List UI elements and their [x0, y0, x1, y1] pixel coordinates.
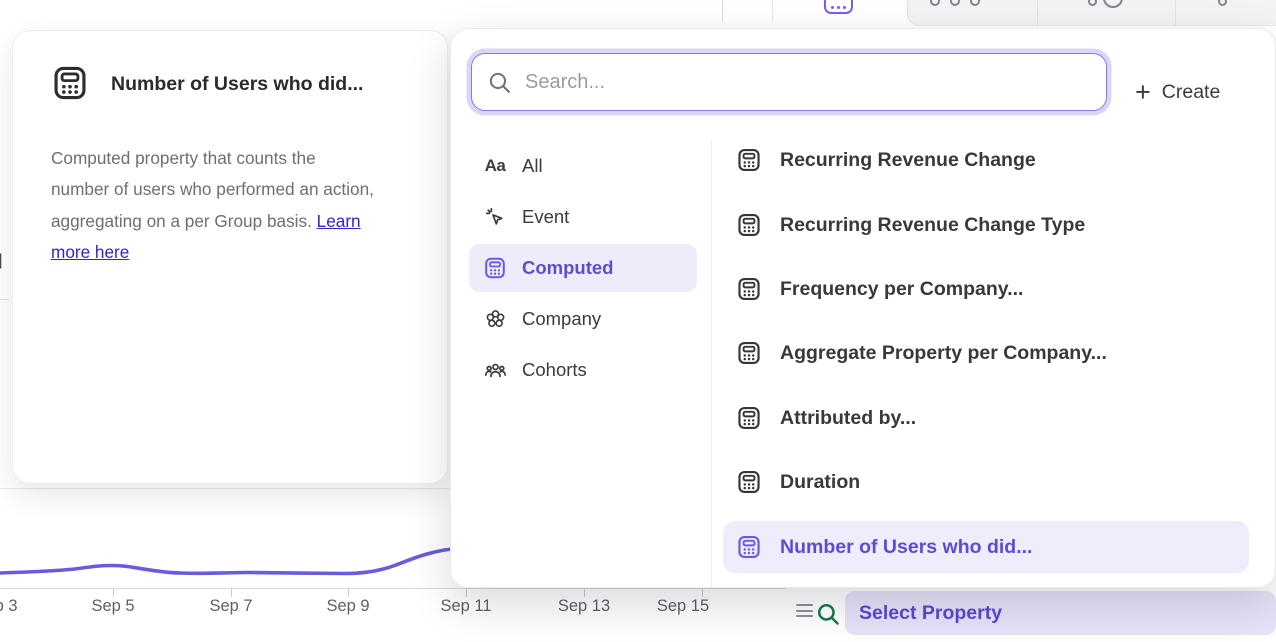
text-aa-icon: Aa [482, 153, 508, 179]
category-all[interactable]: Aa All [469, 142, 697, 190]
tab-divider-left [772, 0, 773, 22]
list-item[interactable]: Recurring Revenue Change [723, 134, 1249, 186]
calculator-icon [736, 276, 762, 302]
tooltip-title: Number of Users who did... [111, 73, 363, 96]
metric-search-icon [815, 601, 841, 627]
axis-label: Sep 9 [312, 597, 384, 616]
tab-separator [1037, 0, 1038, 26]
axis-tick [584, 588, 585, 597]
clipped-text-fragment: ] [0, 252, 2, 270]
cursor-sparkle-icon [482, 204, 508, 230]
description-line: aggregating on a per Group basis. [51, 211, 317, 231]
description-line: Computed property that counts the [51, 148, 316, 168]
calculator-icon [736, 469, 762, 495]
category-computed[interactable]: Computed [469, 244, 697, 292]
search-field[interactable] [471, 53, 1107, 111]
list-item-selected[interactable]: Number of Users who did... [723, 521, 1249, 573]
list-item[interactable]: Duration [723, 456, 1249, 508]
category-event[interactable]: Event [469, 193, 697, 241]
learn-more-link[interactable]: Learn [317, 211, 361, 231]
app-screen: ] Sep 3 Sep 5 Sep 7 Sep 9 Sep 11 Sep 13 … [0, 0, 1276, 642]
calculator-icon [736, 212, 762, 238]
calculator-icon [51, 64, 89, 102]
company-cluster-icon [482, 306, 508, 332]
axis-label: Sep 11 [430, 597, 502, 616]
cohorts-people-icon [482, 357, 508, 383]
category-company[interactable]: Company [469, 295, 697, 343]
axis-label: Sep 3 [0, 597, 32, 616]
property-picker-panel: + Create Aa All Event [450, 28, 1276, 588]
list-item[interactable]: Recurring Revenue Change Type [723, 199, 1249, 251]
axis-tick [466, 588, 467, 597]
line-chart-fragment [0, 538, 462, 590]
tooltip-description: Computed property that counts the number… [51, 143, 411, 269]
calculator-icon [736, 534, 762, 560]
tab-separator [1175, 0, 1176, 26]
axis-tick [702, 588, 703, 597]
layout-divider [722, 0, 723, 22]
category-cohorts[interactable]: Cohorts [469, 346, 697, 394]
clipped-divider-fragment [0, 299, 9, 300]
calculator-icon [736, 340, 762, 366]
axis-label: Sep 13 [548, 597, 620, 616]
panel-divider [711, 141, 712, 588]
description-line: number of users who performed an action, [51, 179, 374, 199]
search-icon [487, 70, 512, 95]
axis-label: Sep 7 [195, 597, 267, 616]
property-tooltip-card: Number of Users who did... Computed prop… [12, 30, 448, 484]
create-button[interactable]: + Create [1135, 71, 1220, 113]
list-item[interactable]: Aggregate Property per Company... [723, 327, 1249, 379]
axis-label: Sep 15 [647, 597, 719, 616]
list-item[interactable]: Frequency per Company... [723, 263, 1249, 315]
list-item[interactable]: Attributed by... [723, 392, 1249, 444]
plus-icon: + [1135, 79, 1151, 106]
tab-active-calculator-icon[interactable] [824, 0, 853, 14]
search-input[interactable] [525, 54, 1106, 110]
drag-handle-icon[interactable] [796, 604, 813, 621]
select-property-button[interactable]: Select Property [845, 591, 1276, 635]
calculator-icon [736, 405, 762, 431]
axis-label: Sep 5 [77, 597, 149, 616]
calculator-icon [736, 147, 762, 173]
calculator-icon [482, 255, 508, 281]
x-axis-line [0, 588, 786, 589]
learn-more-link[interactable]: more here [51, 242, 129, 262]
